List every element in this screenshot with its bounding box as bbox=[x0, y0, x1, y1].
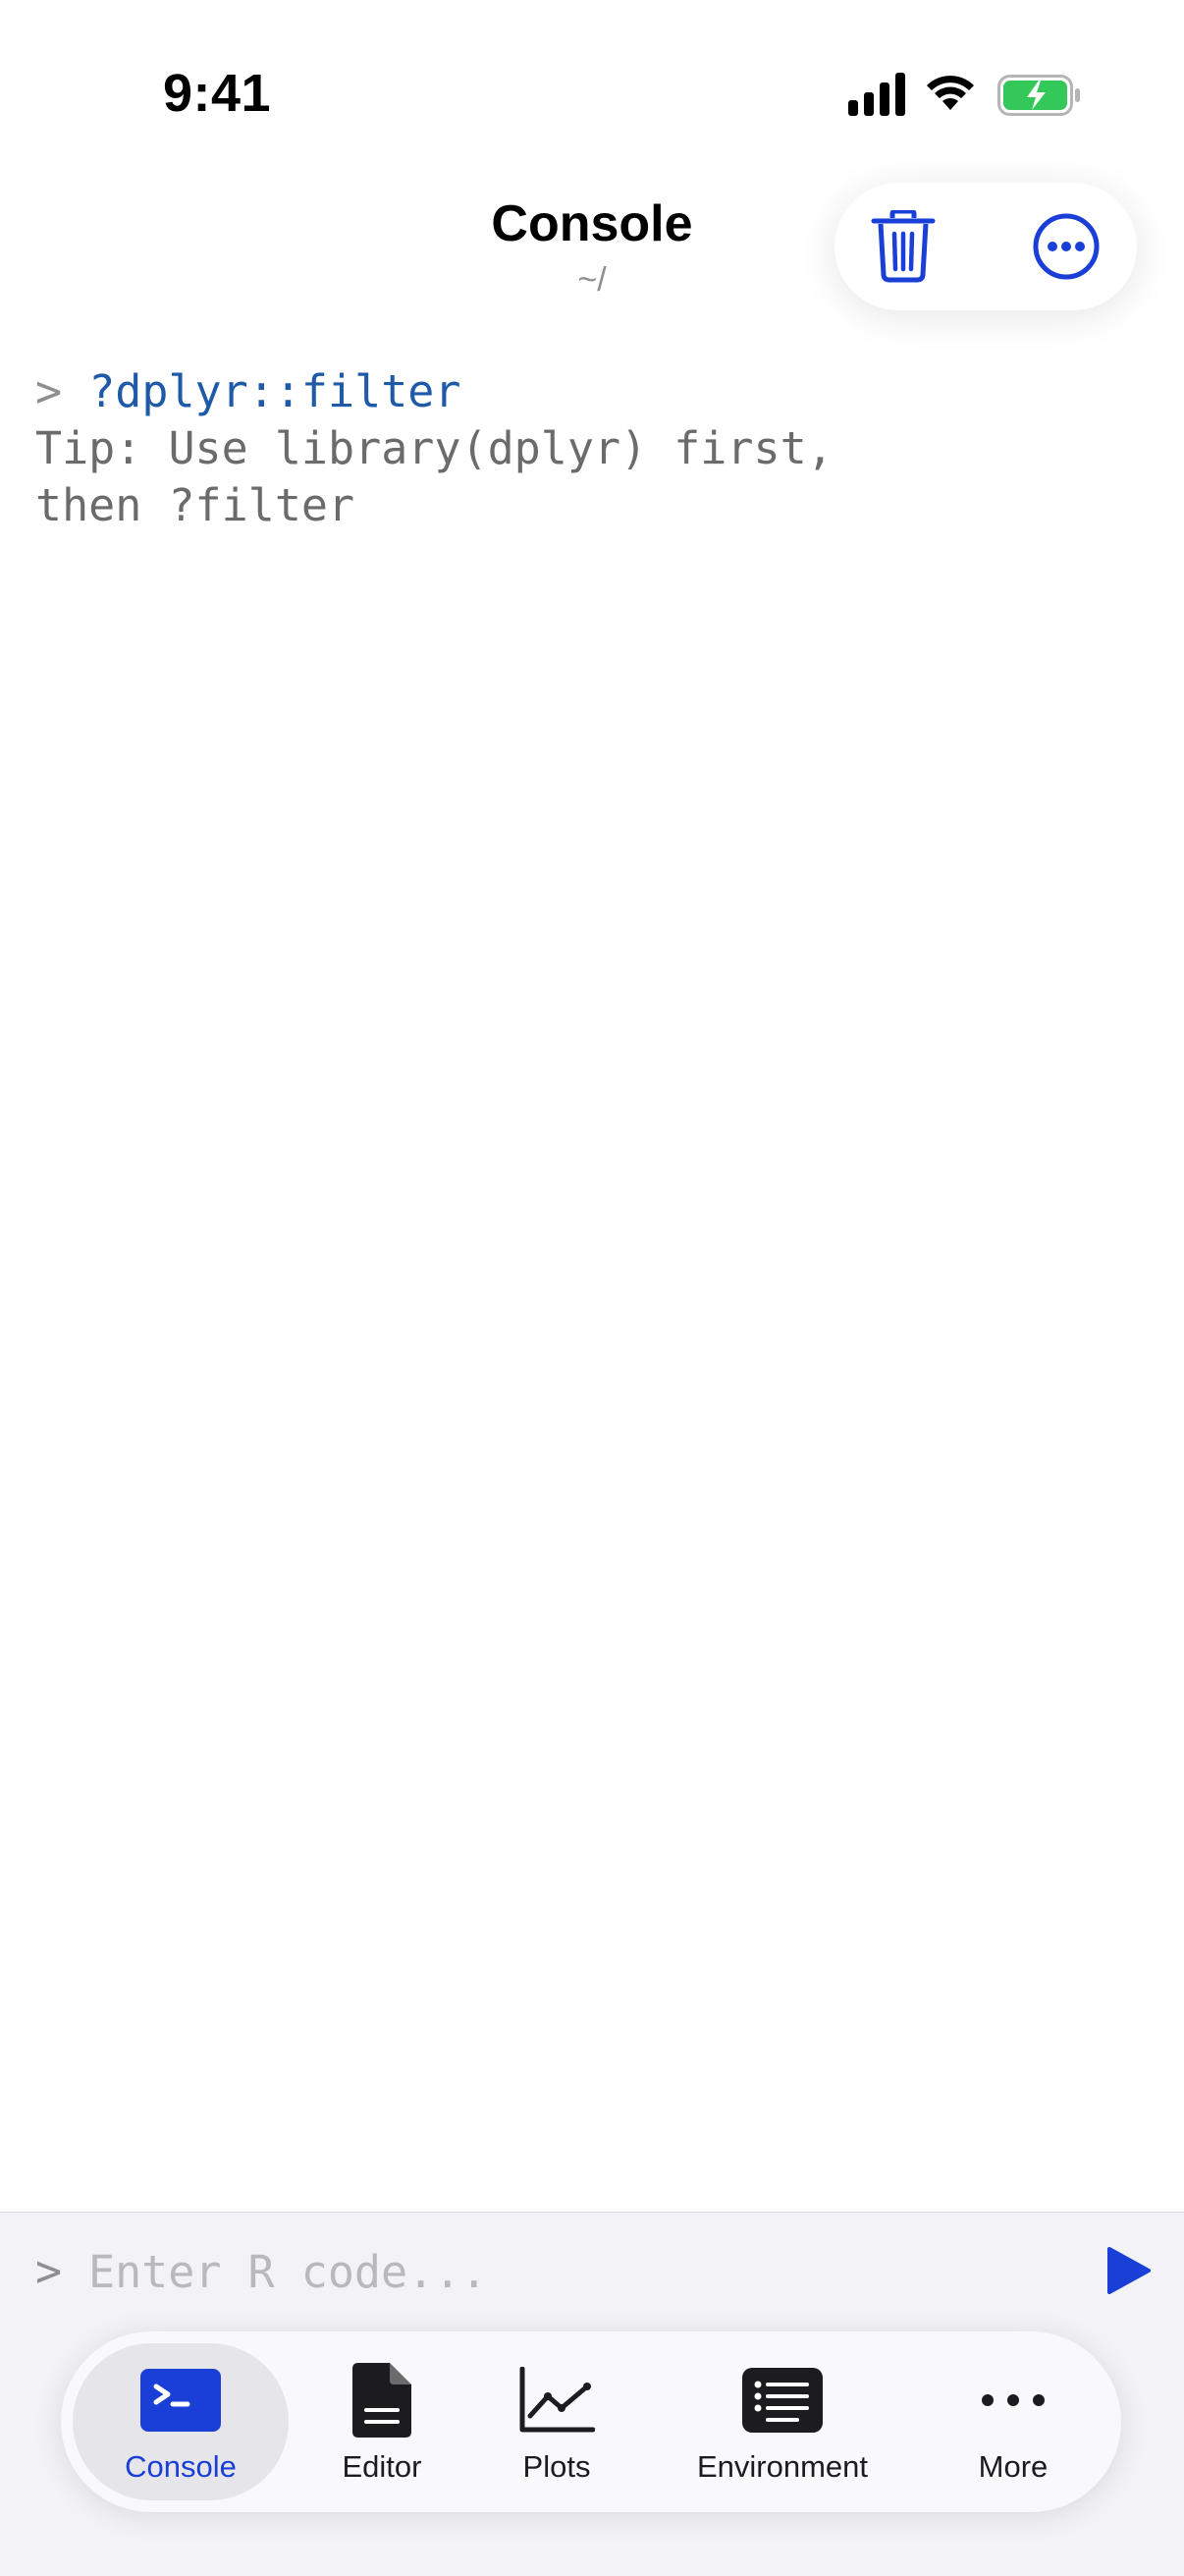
console-result: Tip: Use library(dplyr) first, then ?fil… bbox=[35, 422, 834, 531]
cellular-signal-icon bbox=[848, 73, 905, 116]
tab-environment-label: Environment bbox=[696, 2449, 869, 2484]
terminal-icon bbox=[140, 2361, 221, 2439]
console-output: > ?dplyr::filter Tip: Use library(dplyr)… bbox=[35, 363, 1145, 534]
trash-icon bbox=[871, 210, 936, 283]
console-command-line: > ?dplyr::filter bbox=[35, 363, 1145, 420]
more-options-button[interactable] bbox=[1027, 207, 1105, 286]
ellipsis-circle-icon bbox=[1033, 213, 1100, 280]
tab-plots[interactable]: Plots bbox=[483, 2343, 630, 2500]
tab-more[interactable]: More bbox=[944, 2343, 1082, 2500]
run-button[interactable] bbox=[1103, 2245, 1153, 2296]
wifi-icon bbox=[927, 76, 974, 110]
tab-environment[interactable]: Environment bbox=[670, 2343, 895, 2500]
input-prompt: > bbox=[35, 2245, 63, 2297]
tab-console-label: Console bbox=[125, 2449, 237, 2484]
line-chart-icon bbox=[518, 2361, 595, 2439]
document-icon bbox=[352, 2361, 411, 2439]
status-time: 9:41 bbox=[163, 64, 272, 123]
ellipsis-icon bbox=[979, 2361, 1048, 2439]
tab-console[interactable]: Console bbox=[73, 2343, 289, 2500]
tab-editor-label: Editor bbox=[342, 2449, 422, 2484]
clear-console-button[interactable] bbox=[864, 207, 942, 286]
r-code-input[interactable] bbox=[88, 2237, 1070, 2306]
battery-charging-icon bbox=[997, 75, 1080, 116]
nav-action-group bbox=[834, 183, 1137, 310]
tab-more-label: More bbox=[978, 2449, 1049, 2484]
console-command: ?dplyr::filter bbox=[88, 365, 461, 417]
list-icon bbox=[742, 2361, 823, 2439]
tab-editor[interactable]: Editor bbox=[308, 2343, 456, 2500]
tab-bar: Console Editor Plots Environment More bbox=[61, 2331, 1121, 2512]
tab-plots-label: Plots bbox=[522, 2449, 591, 2484]
console-prompt: > bbox=[35, 365, 63, 417]
